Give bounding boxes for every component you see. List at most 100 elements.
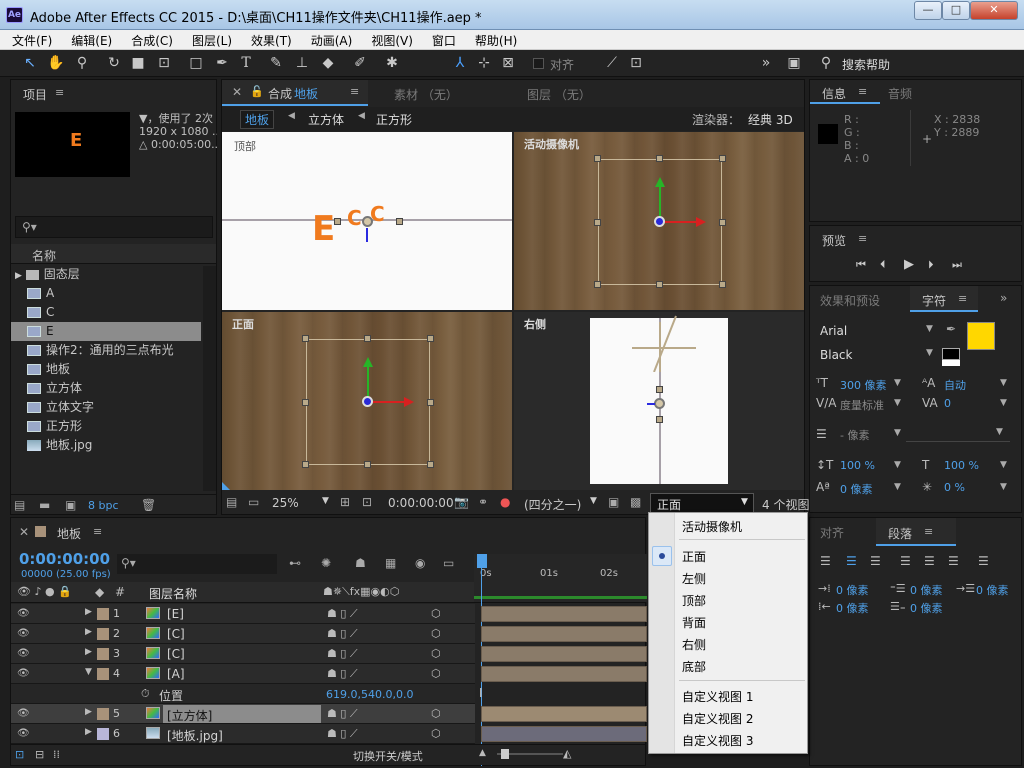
view-layout-select[interactable]: 4 个视图 — [762, 496, 809, 513]
layer-name[interactable]: [C] — [167, 627, 185, 641]
3d-view-select[interactable]: 正面 ▼ — [650, 493, 754, 513]
list-item[interactable]: 立方体 — [11, 379, 201, 398]
font-size-value[interactable]: 300 像素 — [840, 377, 887, 393]
workspace-icon[interactable]: ▣ — [784, 53, 804, 73]
layer-name[interactable]: [地板.jpg] — [167, 727, 223, 744]
tab-layer[interactable]: 图层 （无） — [527, 86, 591, 103]
menu-item-active-camera[interactable]: 活动摄像机 — [682, 518, 742, 535]
z-axis-arrow[interactable] — [366, 228, 368, 242]
layer-duration-bar[interactable] — [481, 706, 647, 722]
list-item[interactable]: A — [11, 284, 201, 303]
visibility-eye-icon[interactable]: 👁 — [17, 728, 30, 739]
justify-center-icon[interactable]: ☰ — [924, 554, 935, 568]
position-value[interactable]: 619.0,540.0,0.0 — [326, 688, 413, 701]
bound-handle[interactable] — [594, 281, 601, 288]
layer-name[interactable]: [立方体] — [167, 707, 212, 724]
justify-all-icon[interactable]: ☰ — [978, 554, 989, 568]
renderer-value[interactable]: 经典 3D — [748, 111, 793, 128]
menu-composition[interactable]: 合成(C) — [119, 30, 180, 50]
view-axis-icon[interactable]: ⊠ — [498, 53, 518, 73]
new-folder-icon[interactable]: ▬ — [39, 498, 50, 512]
list-item[interactable]: C — [11, 303, 201, 322]
3d-layer-icon[interactable]: ⬡ — [431, 647, 441, 660]
font-family-select[interactable]: Arial ▼ — [816, 322, 936, 340]
indent-right-value[interactable]: 0 像素 — [836, 600, 869, 616]
mask-visibility-icon[interactable]: ⊡ — [362, 495, 372, 509]
table-row[interactable]: 👁 ▶ 1 [E] ☗ ▯ ⟋ ⬡ — [11, 604, 475, 624]
visibility-eye-icon[interactable]: 👁 — [17, 708, 30, 719]
table-row-selected[interactable]: 👁 ▶ 5 [立方体] ☗ ▯ ⟋ ⬡ — [11, 704, 475, 724]
align-left-icon[interactable]: ☰ — [820, 554, 831, 568]
layer-switches[interactable]: ☗ ▯ ⟋ — [327, 607, 358, 621]
bound-handle[interactable] — [334, 218, 341, 225]
selection-tool-icon[interactable]: ↖ — [20, 53, 40, 73]
visibility-eye-icon[interactable]: 👁 — [17, 668, 30, 679]
brush-tool-icon[interactable]: ✎ — [266, 53, 286, 73]
align-right-icon[interactable]: ☰ — [870, 554, 881, 568]
collapse-chevron-icon[interactable]: ▼ — [85, 667, 92, 677]
stopwatch-icon[interactable]: ⏱ — [141, 687, 150, 701]
resolution-select[interactable]: (四分之一) — [524, 496, 581, 513]
chevron-down-icon[interactable]: ▼ — [894, 378, 901, 388]
table-row[interactable]: 👁 ▶ 3 [C] ☗ ▯ ⟋ ⬡ — [11, 644, 475, 664]
layer-duration-bar[interactable] — [481, 646, 647, 662]
bound-handle[interactable] — [302, 461, 309, 468]
menu-help[interactable]: 帮助(H) — [463, 30, 524, 50]
layer-switches[interactable]: ☗ ▯ ⟋ — [327, 627, 358, 641]
zoom-in-icon[interactable]: ◭ — [563, 747, 571, 760]
expand-chevron-icon[interactable]: ▶ — [85, 607, 92, 617]
menu-animation[interactable]: 动画(A) — [299, 30, 360, 50]
layer-switches[interactable]: ☗ ▯ ⟋ — [327, 667, 358, 681]
bound-handle[interactable] — [656, 386, 663, 393]
snapshot-icon[interactable]: 📷 — [454, 495, 469, 509]
region-of-interest-icon[interactable]: ▣ — [608, 495, 619, 509]
tab-info[interactable]: 信息 ≡ — [810, 80, 880, 104]
camera-tool-icon[interactable]: ■ — [128, 53, 148, 73]
space-after-value[interactable]: 0 像素 — [910, 600, 943, 616]
expand-chevron-icon[interactable]: ▶ — [85, 727, 92, 737]
layer-switches[interactable]: ☗ ▯ ⟋ — [327, 647, 358, 661]
tab-effects-presets[interactable]: 效果和预设 — [820, 292, 880, 309]
black-swatch[interactable] — [942, 348, 960, 360]
panel-menu-icon[interactable]: ≡ — [93, 525, 102, 538]
menu-item-back[interactable]: 背面 — [682, 614, 706, 631]
last-frame-icon[interactable]: ⏭ — [952, 258, 962, 272]
baseline-shift-value[interactable]: 0 像素 — [840, 481, 873, 497]
bound-handle[interactable] — [364, 461, 371, 468]
anchor-point[interactable] — [654, 398, 665, 409]
tab-paragraph[interactable]: 段落 ≡ — [876, 518, 956, 546]
close-button[interactable]: ✕ — [970, 1, 1018, 20]
bound-handle[interactable] — [656, 155, 663, 162]
font-style-select[interactable]: Black ▼ — [816, 346, 936, 364]
y-axis-arrow[interactable] — [367, 366, 369, 400]
chevron-down-icon[interactable]: ▼ — [894, 460, 901, 470]
chevron-down-icon[interactable]: ▼ — [1000, 398, 1007, 408]
list-item-folder[interactable]: ▶ 固态层 — [11, 265, 201, 284]
next-frame-icon[interactable]: ⏵ — [928, 258, 934, 272]
space-before-value[interactable]: 0 像素 — [910, 582, 943, 598]
y-axis-arrow[interactable] — [659, 186, 661, 220]
clone-stamp-tool-icon[interactable]: ⊥ — [292, 53, 312, 73]
toggle-switches-modes-button[interactable]: 切换开关/模式 — [353, 748, 423, 764]
roto-brush-tool-icon[interactable]: ✐ — [350, 53, 370, 73]
kerning-value[interactable]: 度量标准 — [840, 397, 884, 413]
pan-behind-tool-icon[interactable]: ⊡ — [154, 53, 174, 73]
table-row[interactable]: 👁 ▶ 2 [C] ☗ ▯ ⟋ ⬡ — [11, 624, 475, 644]
menu-edit[interactable]: 编辑(E) — [59, 30, 119, 50]
expand-chevron-icon[interactable]: ▶ — [85, 707, 92, 717]
visibility-eye-icon[interactable]: 👁 — [17, 648, 30, 659]
breadcrumb-item[interactable]: 立方体 — [308, 111, 344, 128]
align-center-icon[interactable]: ☰ — [846, 554, 857, 568]
column-number[interactable]: # — [115, 585, 125, 599]
justify-left-icon[interactable]: ☰ — [900, 554, 911, 568]
monitor-icon[interactable]: ▭ — [248, 495, 259, 509]
comp-flowchart-icon[interactable]: ⊷ — [289, 556, 301, 570]
justify-right-icon[interactable]: ☰ — [948, 554, 959, 568]
layer-name[interactable]: [A] — [167, 667, 185, 681]
toolbar-overflow-icon[interactable]: » — [756, 53, 776, 73]
white-swatch[interactable] — [942, 360, 960, 366]
anchor-point[interactable] — [362, 396, 373, 407]
menu-item-custom-view-1[interactable]: 自定义视图 1 — [682, 688, 753, 705]
bound-handle[interactable] — [656, 416, 663, 423]
close-tab-icon[interactable]: ✕ — [232, 85, 242, 99]
